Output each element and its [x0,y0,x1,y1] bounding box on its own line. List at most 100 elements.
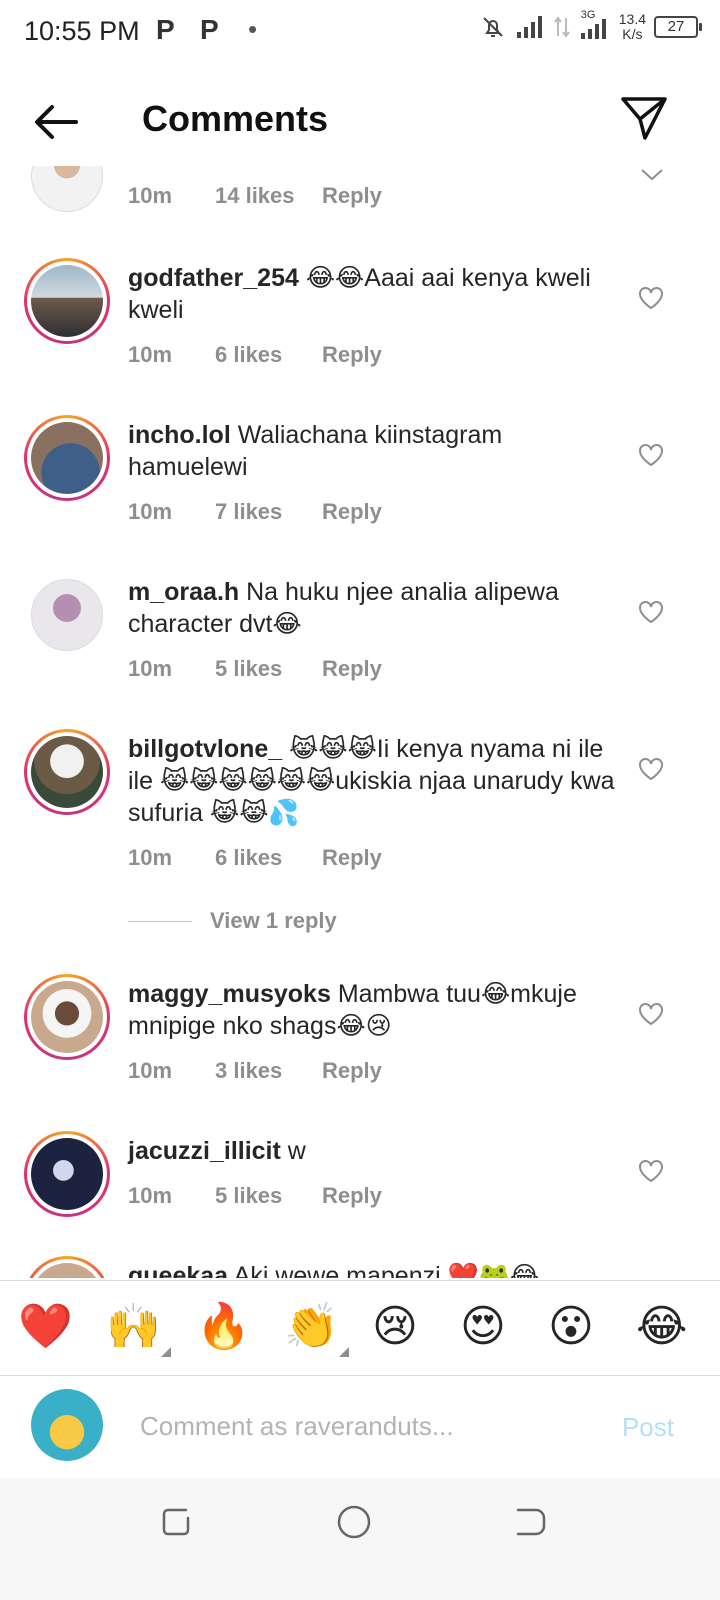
clapping-hands-glyph: 👏 [284,1301,339,1352]
comment-text: maggy_musyoks Mambwa tuu😂mkuje mnipige n… [128,978,618,1042]
heart-like-icon[interactable] [638,1159,664,1183]
battery-icon: 27 [654,16,702,38]
notification-dot-icon: • [248,14,258,44]
comment-time: 10m [128,1058,173,1083]
home-icon[interactable] [334,1502,374,1542]
data-arrows-icon [553,16,570,38]
comment-text: m_oraa.h Na huku njee analia alipewa cha… [128,576,618,640]
avatar[interactable] [31,166,103,212]
fire-emoji[interactable]: 🔥 [196,1301,251,1353]
recent-apps-icon[interactable] [156,1502,196,1542]
status-bar: 10:55 PM P P • 3G 13.4 K/s 27 [0,0,720,64]
comment-username[interactable]: billgotvlone_ [128,735,282,763]
crying-face-emoji[interactable]: 😢 [372,1301,418,1353]
comment-body: Aki wewe mapenzi ❤️🐸😂 [233,1262,540,1278]
skin-tone-indicator-icon [338,1347,349,1357]
network-speed: 13.4 K/s [619,12,646,42]
reply-button[interactable]: Reply [322,499,382,525]
comment-meta: 10m 6 likes Reply [128,845,382,871]
heart-like-icon[interactable] [638,600,664,624]
avatar[interactable] [24,974,110,1060]
raising-hands-emoji[interactable]: 🙌 [106,1301,171,1357]
clapping-hands-emoji[interactable]: 👏 [284,1301,349,1357]
comment-likes[interactable]: 14 likes [215,183,322,209]
comment-time: 10m [128,342,173,367]
status-time: 10:55 PM [24,16,140,46]
notification-p-icon: P [156,14,175,45]
comment-meta: 10m 7 likes Reply [128,499,382,525]
comment-meta: 10m 5 likes Reply [128,656,382,682]
comment-time: 10m [128,1183,173,1208]
heart-like-icon[interactable] [638,757,664,781]
comment-username[interactable]: godfather_254 [128,264,299,292]
comment-time: 10m [128,183,173,208]
avatar[interactable] [24,415,110,501]
comment-text: jacuzzi_illicit w [128,1135,618,1167]
comment-text: queekaa Aki wewe mapenzi ❤️🐸😂 [128,1260,618,1278]
avatar[interactable] [24,1131,110,1217]
avatar[interactable] [24,1256,110,1278]
comments-list[interactable]: 10m 14 likes Reply godfather_254 😂😂Aaai … [0,166,720,1278]
comment-meta: 10m 3 likes Reply [128,1058,382,1084]
back-arrow-icon[interactable] [30,96,82,148]
my-avatar [31,1389,103,1461]
tears-of-joy-emoji[interactable]: 😂 [636,1301,687,1353]
back-nav-icon[interactable] [510,1502,550,1542]
comment-likes[interactable]: 3 likes [215,1058,322,1084]
speed-value: 13.4 [618,11,646,27]
emoji-reaction-bar: ❤️ 🙌 🔥 👏 😢 😍 😮 😂 [0,1280,720,1376]
comment-likes[interactable]: 6 likes [215,342,322,368]
comment-username[interactable]: maggy_musyoks [128,980,331,1008]
view-replies-button[interactable]: View 1 reply [128,908,337,934]
surprised-face-emoji[interactable]: 😮 [548,1301,594,1353]
view-replies-label[interactable]: View 1 reply [210,908,337,934]
reply-button[interactable]: Reply [322,183,382,209]
comment-text: incho.lol Waliachana kiinstagram hamuele… [128,419,618,483]
send-direct-icon[interactable] [620,94,668,142]
comment-username[interactable]: jacuzzi_illicit [128,1137,281,1165]
comment-text: godfather_254 😂😂Aaai aai kenya kweli kwe… [128,262,618,326]
reply-button[interactable]: Reply [322,845,382,871]
mute-bell-icon [483,17,503,37]
comment-time: 10m [128,656,173,681]
raising-hands-glyph: 🙌 [106,1301,161,1352]
avatar[interactable] [24,258,110,344]
comment-username[interactable]: m_oraa.h [128,578,239,606]
comment-username[interactable]: queekaa [128,1262,228,1278]
signal-icon [516,16,542,38]
comment-likes[interactable]: 5 likes [215,656,322,682]
notification-p-icon: P [200,14,219,45]
comment-likes[interactable]: 5 likes [215,1183,322,1209]
comment-likes[interactable]: 6 likes [215,845,322,871]
heart-like-icon[interactable] [638,1002,664,1026]
red-heart-emoji[interactable]: ❤️ [18,1301,73,1353]
heart-like-icon[interactable] [638,286,664,310]
avatar[interactable] [24,729,110,815]
comment-composer: Post [0,1378,720,1478]
comment-body: w [287,1137,306,1165]
divider [128,920,192,922]
post-button[interactable]: Post [622,1412,674,1443]
comment-meta: 10m 5 likes Reply [128,1183,382,1209]
reply-button[interactable]: Reply [322,342,382,368]
comment-meta: 10m 14 likes Reply [128,183,382,209]
comment-input[interactable] [140,1406,580,1446]
page-title: Comments [142,98,329,139]
reply-button[interactable]: Reply [322,1058,382,1084]
speed-unit: K/s [622,26,643,42]
reply-button[interactable]: Reply [322,656,382,682]
header: Comments [0,70,720,170]
signal-3g-icon: 3G [579,9,611,41]
reply-button[interactable]: Reply [322,1183,382,1209]
comment-likes[interactable]: 7 likes [215,499,322,525]
system-nav-bar [0,1478,720,1600]
comment-time: 10m [128,845,173,870]
comment-username[interactable]: incho.lol [128,421,231,449]
avatar[interactable] [31,579,103,651]
comment-meta: 10m 6 likes Reply [128,342,382,368]
comment-text: billgotvlone_ 😹😹😹Ii kenya nyama ni ile i… [128,733,618,829]
heart-eyes-emoji[interactable]: 😍 [460,1301,506,1353]
chevron-down-icon[interactable] [640,168,664,182]
skin-tone-indicator-icon [160,1347,171,1357]
heart-like-icon[interactable] [638,443,664,467]
